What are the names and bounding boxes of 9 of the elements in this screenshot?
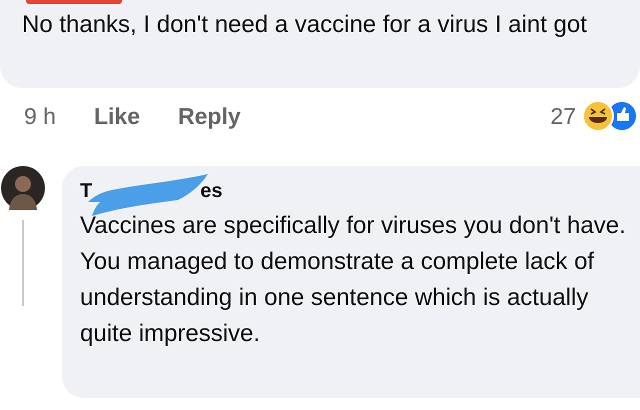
timestamp: 9 h — [24, 102, 56, 130]
author-name[interactable]: es — [200, 180, 222, 206]
action-link[interactable]: Reply — [178, 102, 241, 130]
avatar[interactable] — [1, 166, 45, 210]
author-name[interactable]: T — [80, 180, 92, 206]
reply-text: Vaccines are specifically for viruses you don't have. You managed to demonstrate a complete lack of understanding in one sentence which is actually quite impressive. — [80, 211, 627, 349]
reaction-count[interactable]: 27 — [550, 102, 576, 130]
action-link[interactable]: Like — [94, 102, 140, 130]
comment-text: No thanks, I don't need a vaccine for a virus I aint got — [22, 10, 588, 40]
